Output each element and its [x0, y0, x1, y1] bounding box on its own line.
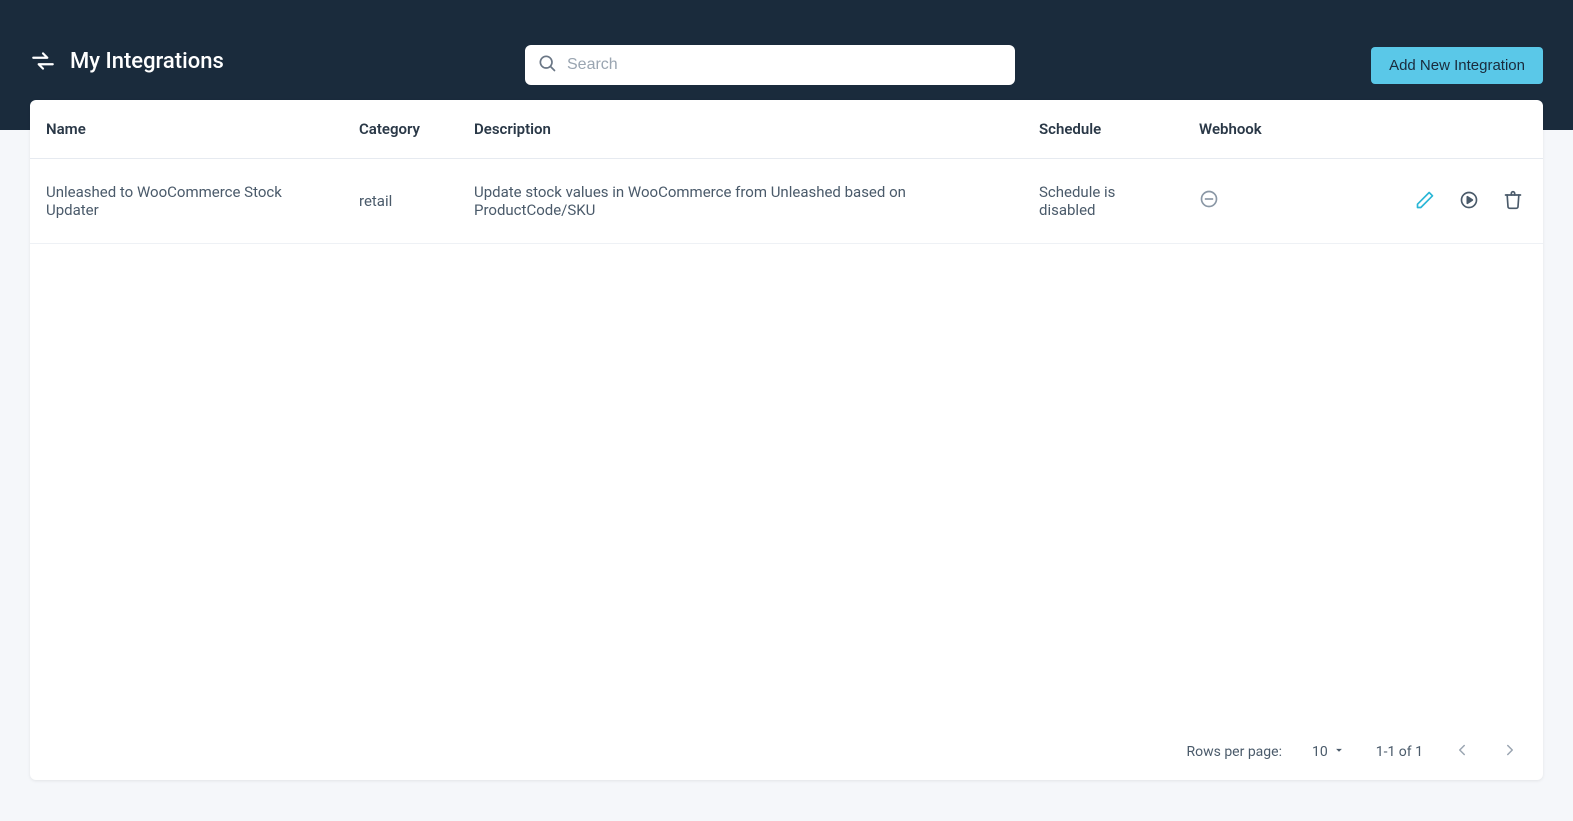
cell-category: retail	[345, 159, 460, 244]
rows-per-page-value: 10	[1312, 744, 1328, 760]
pencil-icon	[1415, 190, 1435, 213]
rows-per-page-label: Rows per page:	[1186, 744, 1281, 760]
prev-page-button[interactable]	[1453, 741, 1471, 762]
col-header-schedule: Schedule	[1025, 100, 1185, 159]
chevron-down-icon	[1332, 743, 1346, 761]
delete-button[interactable]	[1503, 190, 1523, 213]
cell-name: Unleashed to WooCommerce Stock Updater	[30, 159, 345, 244]
pagination-bar: Rows per page: 10 1-1 of 1	[30, 729, 1543, 780]
run-button[interactable]	[1459, 190, 1479, 213]
table-row: Unleashed to WooCommerce Stock Updater r…	[30, 159, 1543, 244]
cell-webhook	[1185, 159, 1285, 244]
title-group: My Integrations	[30, 48, 224, 74]
play-circle-icon	[1459, 190, 1479, 213]
trash-icon	[1503, 190, 1523, 213]
integrations-table: Name Category Description Schedule Webho…	[30, 100, 1543, 244]
integrations-card: Name Category Description Schedule Webho…	[30, 100, 1543, 780]
col-header-description: Description	[460, 100, 1025, 159]
cell-schedule: Schedule is disabled	[1025, 159, 1185, 244]
col-header-actions	[1285, 100, 1543, 159]
col-header-category: Category	[345, 100, 460, 159]
content-area: Name Category Description Schedule Webho…	[0, 100, 1573, 780]
col-header-webhook: Webhook	[1185, 100, 1285, 159]
chevron-right-icon	[1501, 741, 1519, 762]
edit-button[interactable]	[1415, 190, 1435, 213]
add-new-integration-button[interactable]: Add New Integration	[1371, 47, 1543, 84]
cell-description: Update stock values in WooCommerce from …	[460, 159, 1025, 244]
search-input[interactable]	[567, 56, 1003, 74]
pagination-range: 1-1 of 1	[1376, 744, 1423, 760]
cell-actions	[1285, 159, 1543, 244]
page-title: My Integrations	[70, 49, 224, 74]
webhook-disabled-icon	[1199, 189, 1219, 213]
next-page-button[interactable]	[1501, 741, 1519, 762]
search-icon	[537, 53, 557, 77]
search-box[interactable]	[525, 45, 1015, 85]
chevron-left-icon	[1453, 741, 1471, 762]
integrations-icon	[30, 48, 56, 74]
rows-per-page-select[interactable]: 10	[1312, 743, 1346, 761]
col-header-name: Name	[30, 100, 345, 159]
